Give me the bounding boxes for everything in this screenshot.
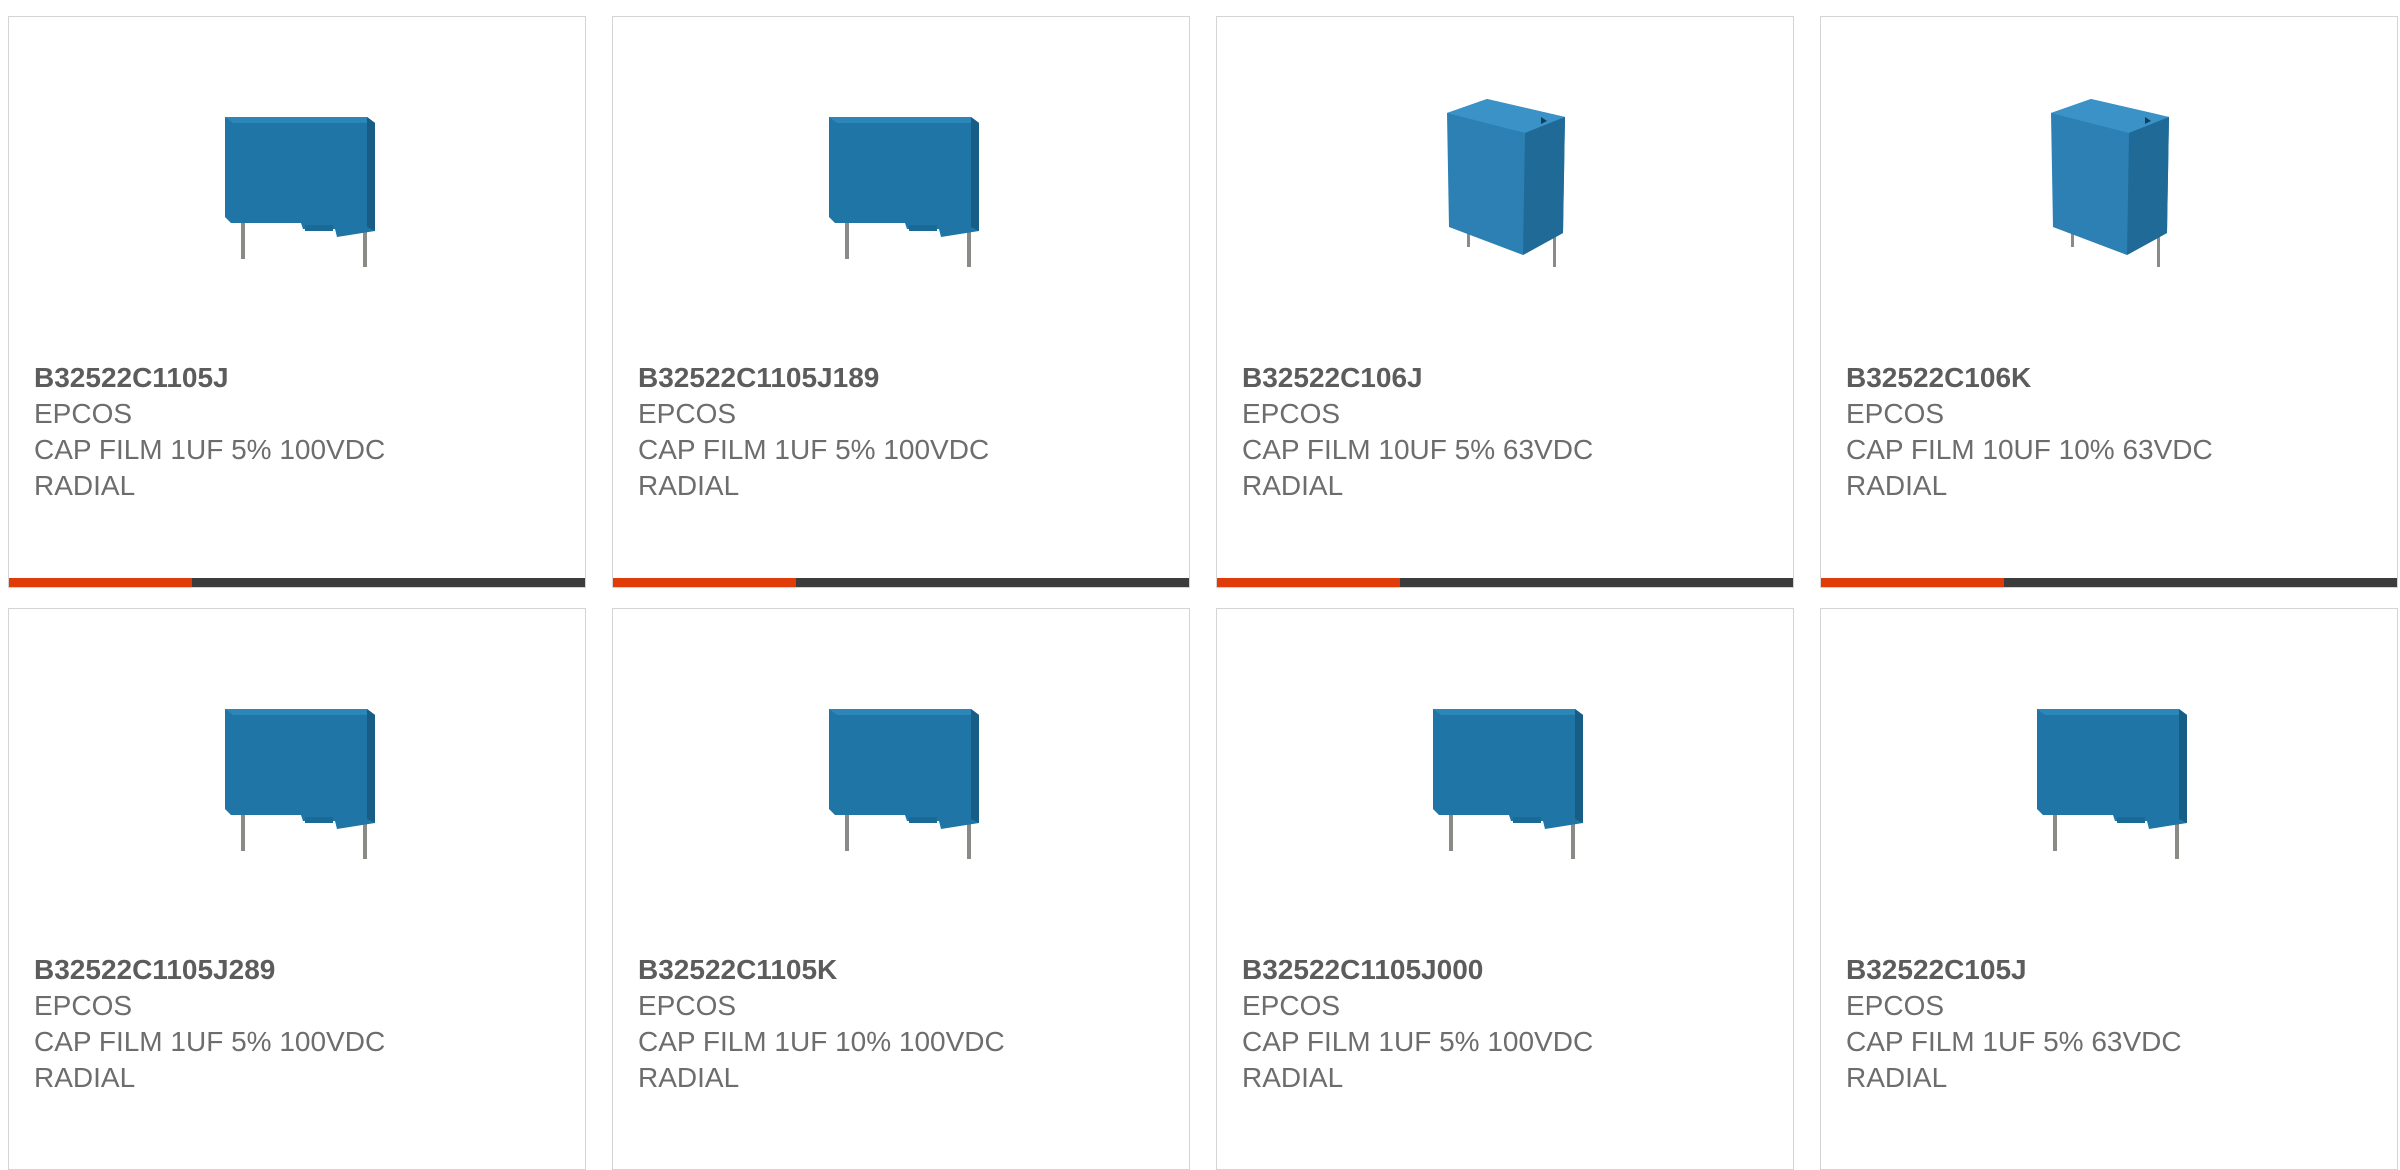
manufacturer: EPCOS [1242, 990, 1341, 1021]
product-card[interactable]: B32522C1105J EPCOS CAP FILM 1UF 5% 100VD… [8, 16, 586, 588]
manufacturer: EPCOS [34, 398, 133, 429]
mount-type: RADIAL [1846, 470, 1948, 501]
product-info: B32522C105J EPCOS CAP FILM 1UF 5% 63VDC … [1846, 952, 2377, 1096]
capacitor-angled-icon [1999, 77, 2219, 307]
card-accent-bar [1217, 578, 1793, 587]
manufacturer: EPCOS [1242, 398, 1341, 429]
part-number[interactable]: B32522C106K [1846, 360, 2377, 396]
description: CAP FILM 10UF 10% 63VDC [1846, 434, 2213, 465]
product-card[interactable]: B32522C106K EPCOS CAP FILM 10UF 10% 63VD… [1820, 16, 2398, 588]
mount-type: RADIAL [638, 470, 740, 501]
manufacturer: EPCOS [1846, 398, 1945, 429]
description: CAP FILM 1UF 5% 100VDC [34, 434, 386, 465]
mount-type: RADIAL [34, 1062, 136, 1093]
product-card[interactable]: B32522C1105K EPCOS CAP FILM 1UF 10% 100V… [612, 608, 1190, 1170]
card-accent-bar [613, 578, 1189, 587]
part-number[interactable]: B32522C106J [1242, 360, 1773, 396]
card-accent-fill [1821, 578, 2004, 587]
card-accent-fill [613, 578, 796, 587]
part-number[interactable]: B32522C1105K [638, 952, 1169, 988]
part-number[interactable]: B32522C1105J [34, 360, 565, 396]
capacitor-angled-icon [1395, 77, 1615, 307]
product-info: B32522C1105K EPCOS CAP FILM 1UF 10% 100V… [638, 952, 1169, 1096]
mount-type: RADIAL [1242, 1062, 1344, 1093]
manufacturer: EPCOS [638, 990, 737, 1021]
manufacturer: EPCOS [34, 990, 133, 1021]
mount-type: RADIAL [1242, 470, 1344, 501]
product-card[interactable]: B32522C1105J289 EPCOS CAP FILM 1UF 5% 10… [8, 608, 586, 1170]
description: CAP FILM 1UF 5% 100VDC [34, 1026, 386, 1057]
card-accent-fill [9, 578, 192, 587]
capacitor-wide-icon [187, 77, 407, 307]
part-number[interactable]: B32522C1105J189 [638, 360, 1169, 396]
mount-type: RADIAL [638, 1062, 740, 1093]
capacitor-wide-icon [1999, 669, 2219, 899]
product-info: B32522C1105J EPCOS CAP FILM 1UF 5% 100VD… [34, 360, 565, 504]
capacitor-wide-icon [791, 77, 1011, 307]
capacitor-wide-icon [187, 669, 407, 899]
part-number[interactable]: B32522C105J [1846, 952, 2377, 988]
description: CAP FILM 1UF 5% 100VDC [1242, 1026, 1594, 1057]
product-info: B32522C1105J289 EPCOS CAP FILM 1UF 5% 10… [34, 952, 565, 1096]
card-accent-fill [1217, 578, 1400, 587]
product-card[interactable]: B32522C105J EPCOS CAP FILM 1UF 5% 63VDC … [1820, 608, 2398, 1170]
card-accent-bar [9, 578, 585, 587]
description: CAP FILM 1UF 5% 100VDC [638, 434, 990, 465]
product-info: B32522C1105J189 EPCOS CAP FILM 1UF 5% 10… [638, 360, 1169, 504]
product-card[interactable]: B32522C106J EPCOS CAP FILM 10UF 5% 63VDC… [1216, 16, 1794, 588]
card-accent-bar [1821, 578, 2397, 587]
product-card[interactable]: B32522C1105J000 EPCOS CAP FILM 1UF 5% 10… [1216, 608, 1794, 1170]
capacitor-wide-icon [791, 669, 1011, 899]
capacitor-wide-icon [1395, 669, 1615, 899]
description: CAP FILM 1UF 10% 100VDC [638, 1026, 1005, 1057]
description: CAP FILM 1UF 5% 63VDC [1846, 1026, 2182, 1057]
manufacturer: EPCOS [638, 398, 737, 429]
product-info: B32522C106J EPCOS CAP FILM 10UF 5% 63VDC… [1242, 360, 1773, 504]
product-info: B32522C1105J000 EPCOS CAP FILM 1UF 5% 10… [1242, 952, 1773, 1096]
product-grid: B32522C1105J EPCOS CAP FILM 1UF 5% 100VD… [8, 16, 2398, 1170]
manufacturer: EPCOS [1846, 990, 1945, 1021]
product-card[interactable]: B32522C1105J189 EPCOS CAP FILM 1UF 5% 10… [612, 16, 1190, 588]
product-info: B32522C106K EPCOS CAP FILM 10UF 10% 63VD… [1846, 360, 2377, 504]
mount-type: RADIAL [1846, 1062, 1948, 1093]
part-number[interactable]: B32522C1105J289 [34, 952, 565, 988]
part-number[interactable]: B32522C1105J000 [1242, 952, 1773, 988]
mount-type: RADIAL [34, 470, 136, 501]
description: CAP FILM 10UF 5% 63VDC [1242, 434, 1594, 465]
